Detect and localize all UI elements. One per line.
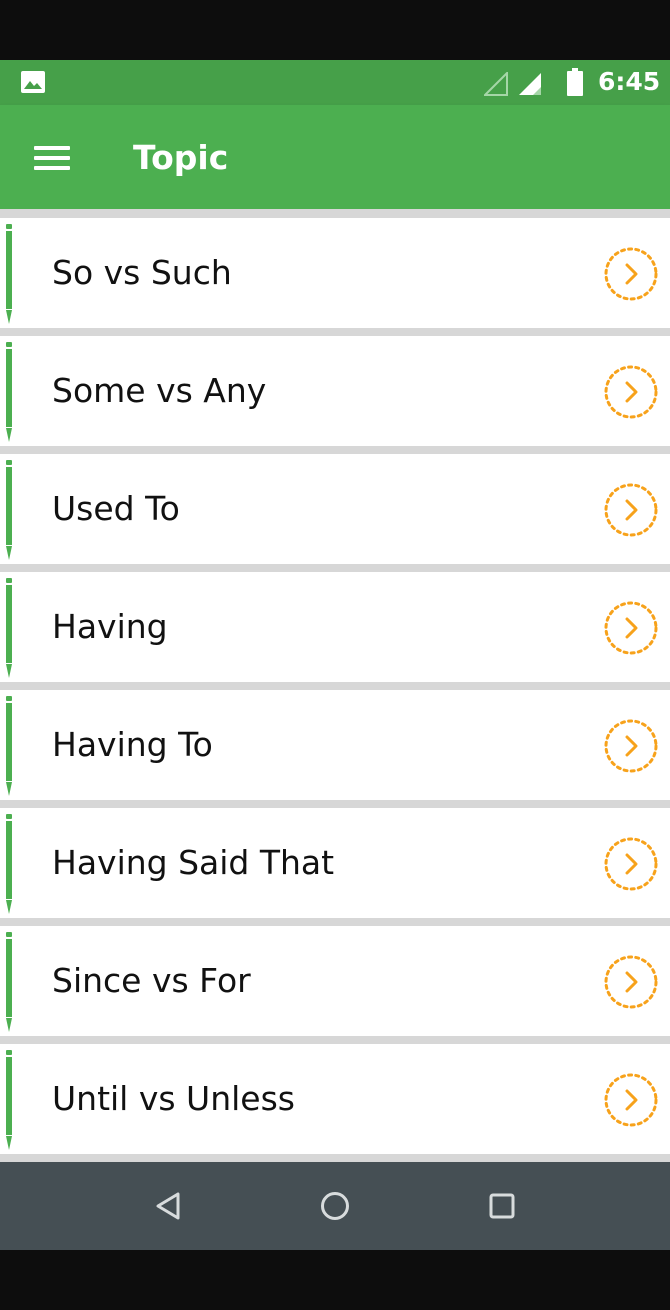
topic-label: So vs Such <box>52 253 232 292</box>
pencil-icon <box>6 696 12 796</box>
chevron-right-circle-icon[interactable] <box>603 364 659 420</box>
phone-screen: 6:45 Topic So vs Such Some vs Any Used To H… <box>0 0 670 1310</box>
topic-label: Used To <box>52 489 180 528</box>
gallery-icon <box>21 71 45 93</box>
topic-label: Having To <box>52 725 213 764</box>
topic-label: Having Said That <box>52 843 335 882</box>
topic-list[interactable]: So vs Such Some vs Any Used To Having Having… <box>0 209 670 1162</box>
chevron-right-circle-icon[interactable] <box>603 246 659 302</box>
chevron-right-circle-icon[interactable] <box>603 836 659 892</box>
list-item[interactable]: Some vs Any <box>0 336 670 446</box>
back-icon[interactable] <box>144 1182 192 1230</box>
pencil-icon <box>6 578 12 678</box>
battery-icon <box>567 68 583 96</box>
recents-icon[interactable] <box>478 1182 526 1230</box>
chevron-right-circle-icon[interactable] <box>603 1072 659 1128</box>
pencil-icon <box>6 932 12 1032</box>
list-item[interactable]: Having <box>0 572 670 682</box>
topic-label: Some vs Any <box>52 371 267 410</box>
topic-label: Having <box>52 607 168 646</box>
app-bar: Topic <box>0 105 670 209</box>
chevron-right-circle-icon[interactable] <box>603 600 659 656</box>
navigation-bar <box>0 1162 670 1250</box>
list-item[interactable]: Used To <box>0 454 670 564</box>
list-item[interactable]: Having Said That <box>0 808 670 918</box>
home-icon[interactable] <box>311 1182 359 1230</box>
status-time: 6:45 <box>598 67 661 96</box>
hamburger-menu-icon[interactable] <box>24 135 80 181</box>
pencil-icon <box>6 814 12 914</box>
status-bar: 6:45 <box>0 60 670 105</box>
pencil-icon <box>6 224 12 324</box>
signal-icon <box>519 73 541 95</box>
list-item[interactable]: So vs Such <box>0 218 670 328</box>
pencil-icon <box>6 342 12 442</box>
page-title: Topic <box>133 138 229 177</box>
pencil-icon <box>6 460 12 560</box>
pencil-icon <box>6 1050 12 1150</box>
bottom-bezel <box>0 1250 670 1310</box>
list-item[interactable]: Having To <box>0 690 670 800</box>
list-item[interactable]: Since vs For <box>0 926 670 1036</box>
topic-label: Since vs For <box>52 961 251 1000</box>
chevron-right-circle-icon[interactable] <box>603 718 659 774</box>
signal-empty-icon <box>484 72 508 96</box>
list-item[interactable]: Until vs Unless <box>0 1044 670 1154</box>
chevron-right-circle-icon[interactable] <box>603 482 659 538</box>
top-bezel <box>0 0 670 60</box>
chevron-right-circle-icon[interactable] <box>603 954 659 1010</box>
topic-label: Until vs Unless <box>52 1079 295 1118</box>
